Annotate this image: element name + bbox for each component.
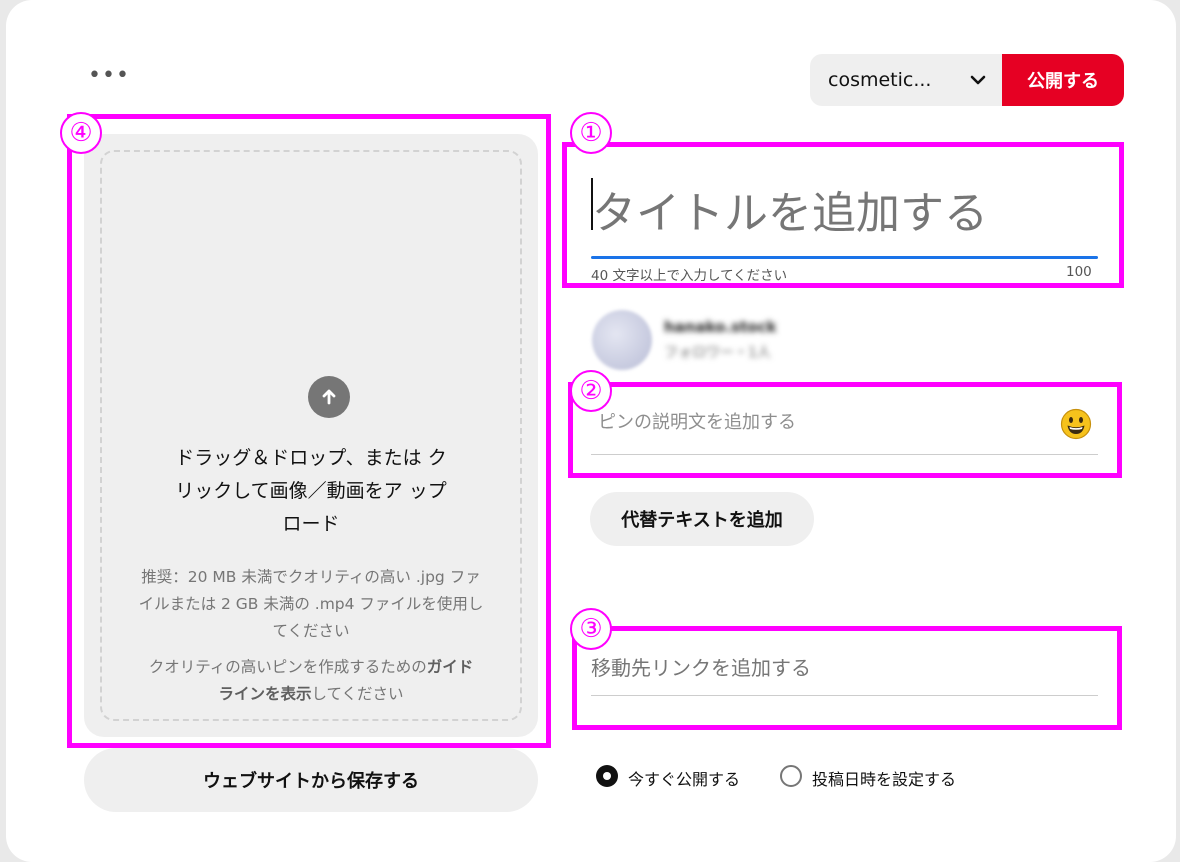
board-select[interactable]: cosmetic... [810, 54, 1002, 106]
publish-now-radio[interactable] [596, 765, 618, 787]
schedule-later-radio[interactable] [780, 765, 802, 787]
annotation-frame-2 [568, 382, 1122, 478]
user-name: hanako.stock [664, 318, 777, 336]
chevron-down-icon [970, 75, 986, 85]
user-followers: フォロワー・1人 [664, 345, 771, 361]
annotation-number-2: ② [570, 370, 612, 412]
publish-button[interactable]: 公開する [1002, 54, 1124, 106]
avatar [592, 310, 652, 370]
annotation-frame-3 [572, 626, 1122, 730]
publish-now-label[interactable]: 今すぐ公開する [628, 766, 740, 790]
annotation-frame-4 [67, 114, 551, 748]
annotation-number-4: ④ [60, 112, 102, 154]
annotation-number-1: ① [570, 112, 612, 154]
save-from-website-button[interactable]: ウェブサイトから保存する [84, 748, 538, 812]
more-options-icon[interactable]: ••• [88, 65, 130, 87]
board-select-value: cosmetic... [828, 69, 932, 91]
add-alt-text-button[interactable]: 代替テキストを追加 [590, 492, 814, 546]
schedule-later-label[interactable]: 投稿日時を設定する [812, 766, 956, 790]
annotation-number-3: ③ [570, 608, 612, 650]
annotation-frame-1 [562, 142, 1124, 288]
